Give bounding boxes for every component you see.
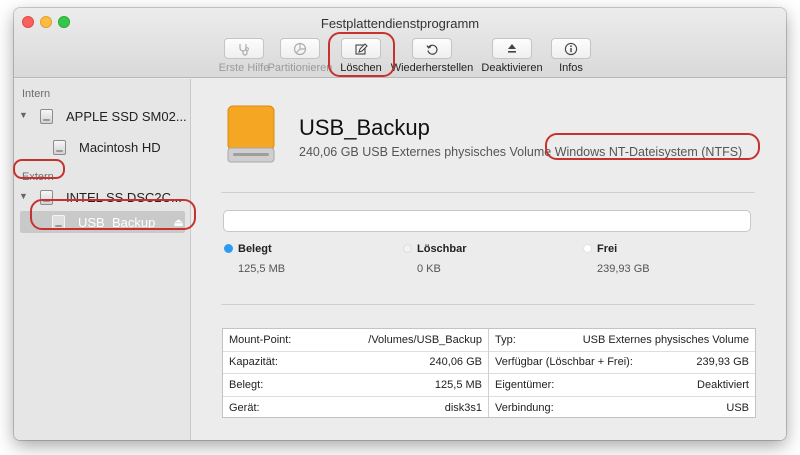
restore-icon [426, 44, 438, 55]
section-external-label: Extern [22, 171, 54, 183]
volume-info-table: Mount-Point: /Volumes/USB_Backup Kapazitä… [222, 328, 756, 418]
usage-legend-used: Belegt 125,5 MB [224, 241, 285, 275]
disk-utility-window: Festplattendienstprogramm Erste Hilfe Pa… [14, 8, 786, 440]
partition-button[interactable]: Partitionieren [260, 38, 340, 74]
used-value: 125,5 MB [238, 263, 286, 275]
volume-description: 240,06 GB USB Externes physisches Volume… [299, 145, 742, 159]
info-icon [564, 42, 578, 55]
purgeable-value: 0 KB [417, 263, 441, 275]
info-value: 239,93 GB [696, 356, 749, 369]
internal-disk-icon [40, 108, 53, 124]
volume-filesystem: Windows NT-Dateisystem (NTFS) [554, 145, 743, 159]
info-row-type: Typ: USB Externes physisches Volume [489, 329, 755, 352]
volume-name: USB_Backup [299, 115, 430, 140]
info-row-used: Belegt: 125,5 MB [223, 374, 488, 397]
erase-icon [355, 42, 368, 55]
restore-button[interactable]: Wiederherstellen [390, 38, 474, 74]
volume-size-type: 240,06 GB USB Externes physisches Volume [299, 145, 552, 159]
unmount-label: Deaktivieren [481, 62, 543, 74]
disclosure-triangle-icon[interactable]: ▼ [19, 191, 28, 201]
sidebar-item-usb-backup[interactable]: USB_Backup ⏏ [20, 211, 185, 233]
info-key: Verfügbar (Löschbar + Frei): [495, 356, 633, 369]
sidebar: Intern ▼ APPLE SSD SM02... Macintosh HD … [14, 79, 191, 440]
purgeable-color-dot [403, 244, 412, 253]
erase-label: Löschen [340, 62, 382, 74]
info-row-owners: Eigentümer: Deaktiviert [489, 374, 755, 397]
free-color-dot [583, 244, 592, 253]
info-value: 125,5 MB [434, 378, 482, 391]
window-title: Festplattendienstprogramm [320, 16, 480, 31]
info-row-available: Verfügbar (Löschbar + Frei): 239,93 GB [489, 352, 755, 374]
info-row-mount-point: Mount-Point: /Volumes/USB_Backup [223, 329, 488, 352]
used-label: Belegt [238, 243, 272, 255]
info-value: Deaktiviert [697, 378, 749, 391]
info-key: Eigentümer: [495, 378, 555, 391]
info-key: Kapazität: [229, 356, 278, 369]
free-label: Frei [597, 243, 618, 255]
info-row-capacity: Kapazität: 240,06 GB [223, 352, 488, 374]
info-key: Mount-Point: [229, 333, 292, 346]
info-value: 240,06 GB [429, 356, 482, 369]
sidebar-item-label: INTEL SS DSC2C... [66, 189, 182, 205]
sidebar-item-apple-ssd[interactable]: ▼ APPLE SSD SM02... [14, 105, 191, 127]
section-internal-label: Intern [22, 88, 51, 100]
titlebar: Festplattendienstprogramm Erste Hilfe Pa… [14, 8, 786, 78]
info-column-right: Typ: USB Externes physisches Volume Verfü… [489, 329, 755, 417]
info-value: USB [726, 401, 749, 414]
info-value: USB Externes physisches Volume [582, 333, 749, 346]
info-value: /Volumes/USB_Backup [368, 333, 482, 346]
partition-label: Partitionieren [267, 62, 333, 74]
external-disk-icon [40, 189, 53, 205]
eject-icon[interactable]: ⏏ [173, 216, 183, 229]
divider [221, 304, 755, 305]
used-color-dot [224, 244, 233, 253]
sidebar-item-macintosh-hd[interactable]: Macintosh HD [14, 136, 191, 158]
sidebar-item-intel-ssd[interactable]: ▼ INTEL SS DSC2C... [14, 186, 191, 208]
unmount-button[interactable]: Deaktivieren [477, 38, 547, 74]
info-value: disk3s1 [444, 401, 482, 414]
stethoscope-icon [239, 43, 249, 56]
info-row-connection: Verbindung: USB [489, 397, 755, 420]
disclosure-triangle-icon[interactable]: ▼ [19, 110, 28, 120]
external-drive-icon [227, 105, 275, 163]
sidebar-item-label: APPLE SSD SM02... [66, 108, 187, 124]
info-key: Verbindung: [495, 401, 554, 414]
sidebar-item-label: USB_Backup [78, 214, 156, 230]
info-key: Typ: [495, 333, 516, 346]
usage-legend-purgeable: Löschbar 0 KB [403, 241, 467, 275]
eject-icon [508, 43, 516, 53]
usb-volume-icon [52, 214, 65, 230]
main-pane: USB_Backup 240,06 GB USB Externes physis… [191, 79, 786, 440]
divider [221, 192, 755, 193]
usage-legend-free: Frei 239,93 GB [583, 241, 650, 275]
pie-chart-icon [293, 42, 307, 55]
restore-label: Wiederherstellen [390, 62, 474, 74]
sidebar-item-label: Macintosh HD [79, 139, 161, 155]
purgeable-label: Löschbar [417, 243, 467, 255]
info-key: Gerät: [229, 401, 260, 414]
free-value: 239,93 GB [597, 263, 650, 275]
erase-button[interactable]: Löschen [336, 38, 386, 74]
info-button[interactable]: Infos [551, 38, 591, 74]
usage-bar [223, 210, 751, 232]
info-key: Belegt: [229, 378, 264, 391]
volume-disk-icon [53, 139, 66, 155]
info-label: Infos [559, 62, 583, 74]
info-column-left: Mount-Point: /Volumes/USB_Backup Kapazitä… [223, 329, 489, 417]
info-row-device: Gerät: disk3s1 [223, 397, 488, 420]
